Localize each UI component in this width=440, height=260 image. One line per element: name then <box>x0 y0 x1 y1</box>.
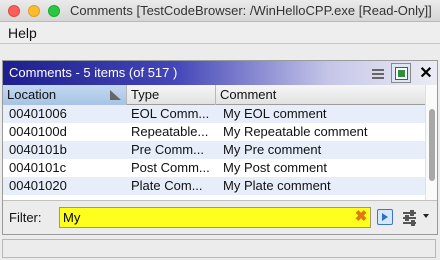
status-bar <box>2 239 436 258</box>
cell-comment: My EOL comment <box>223 106 327 121</box>
toggle-icon <box>395 67 408 80</box>
column-header-type[interactable]: Type <box>127 85 216 105</box>
column-header-label: Type <box>131 87 160 102</box>
comments-table: Location Type Comment 00401006 EOL Comm.… <box>3 85 437 200</box>
cell-comment: My Repeatable comment <box>223 124 368 139</box>
column-header-comment[interactable]: Comment <box>216 85 425 105</box>
table-row[interactable]: 00401020 Plate Com... My Plate comment <box>3 177 425 195</box>
window-maximize-button[interactable] <box>48 5 60 17</box>
column-header-location[interactable]: Location <box>3 85 127 105</box>
close-panel-button[interactable]: ✕ <box>415 63 435 83</box>
column-header-label: Comment <box>220 87 277 102</box>
close-icon: ✕ <box>419 65 433 82</box>
panel-header: Comments - 5 items (of 517 ) ✕ <box>3 61 437 85</box>
cell-type: Post Comm... <box>131 160 210 175</box>
scrollbar-thumb[interactable] <box>429 109 435 181</box>
lines-icon <box>372 69 384 79</box>
cell-location: 0040101c <box>9 160 67 175</box>
vertical-scrollbar[interactable] <box>425 85 437 200</box>
cell-location: 00401020 <box>9 178 67 193</box>
cell-type: Plate Com... <box>131 178 203 193</box>
cell-comment: My Plate comment <box>223 178 331 193</box>
toggle-selection-button[interactable] <box>391 63 411 83</box>
table-row[interactable]: 0040100d Repeatable... My Repeatable com… <box>3 123 425 141</box>
cell-type: Repeatable... <box>131 124 209 139</box>
window-titlebar: Comments [TestCodeBrowser: /WinHelloCPP.… <box>0 0 440 22</box>
clear-filter-icon[interactable]: ✖ <box>353 209 369 225</box>
filter-options-button[interactable] <box>377 209 393 225</box>
filter-input[interactable] <box>59 207 371 228</box>
cell-location: 0040100d <box>9 124 67 139</box>
cell-location: 0040101b <box>9 142 67 157</box>
filter-label: Filter: <box>9 210 42 225</box>
column-header-label: Location <box>7 87 57 102</box>
comments-panel: Comments - 5 items (of 517 ) ✕ Location … <box>2 60 438 235</box>
filter-bar: Filter: ✖ <box>3 200 437 234</box>
window-title: Comments [TestCodeBrowser: /WinHelloCPP.… <box>70 3 432 18</box>
filter-settings-icon[interactable] <box>401 208 419 226</box>
cell-comment: My Pre comment <box>223 142 322 157</box>
cell-location: 00401006 <box>9 106 67 121</box>
menu-help[interactable]: Help <box>8 25 37 41</box>
table-header: Location Type Comment <box>3 85 425 105</box>
cell-type: Pre Comm... <box>131 142 204 157</box>
show-table-button[interactable] <box>367 63 387 83</box>
cell-comment: My Post comment <box>223 160 328 175</box>
table-row[interactable]: 0040101b Pre Comm... My Pre comment <box>3 141 425 159</box>
table-row[interactable]: 0040101c Post Comm... My Post comment <box>3 159 425 177</box>
sort-ascending-icon <box>110 90 121 100</box>
window-close-button[interactable] <box>8 5 20 17</box>
table-row[interactable]: 00401006 EOL Comm... My EOL comment <box>3 105 425 123</box>
panel-title: Comments - 5 items (of 517 ) <box>9 65 178 80</box>
menu-bar: Help <box>0 22 440 44</box>
chevron-down-icon[interactable] <box>423 214 429 218</box>
cell-type: EOL Comm... <box>131 106 210 121</box>
window-minimize-button[interactable] <box>28 5 40 17</box>
